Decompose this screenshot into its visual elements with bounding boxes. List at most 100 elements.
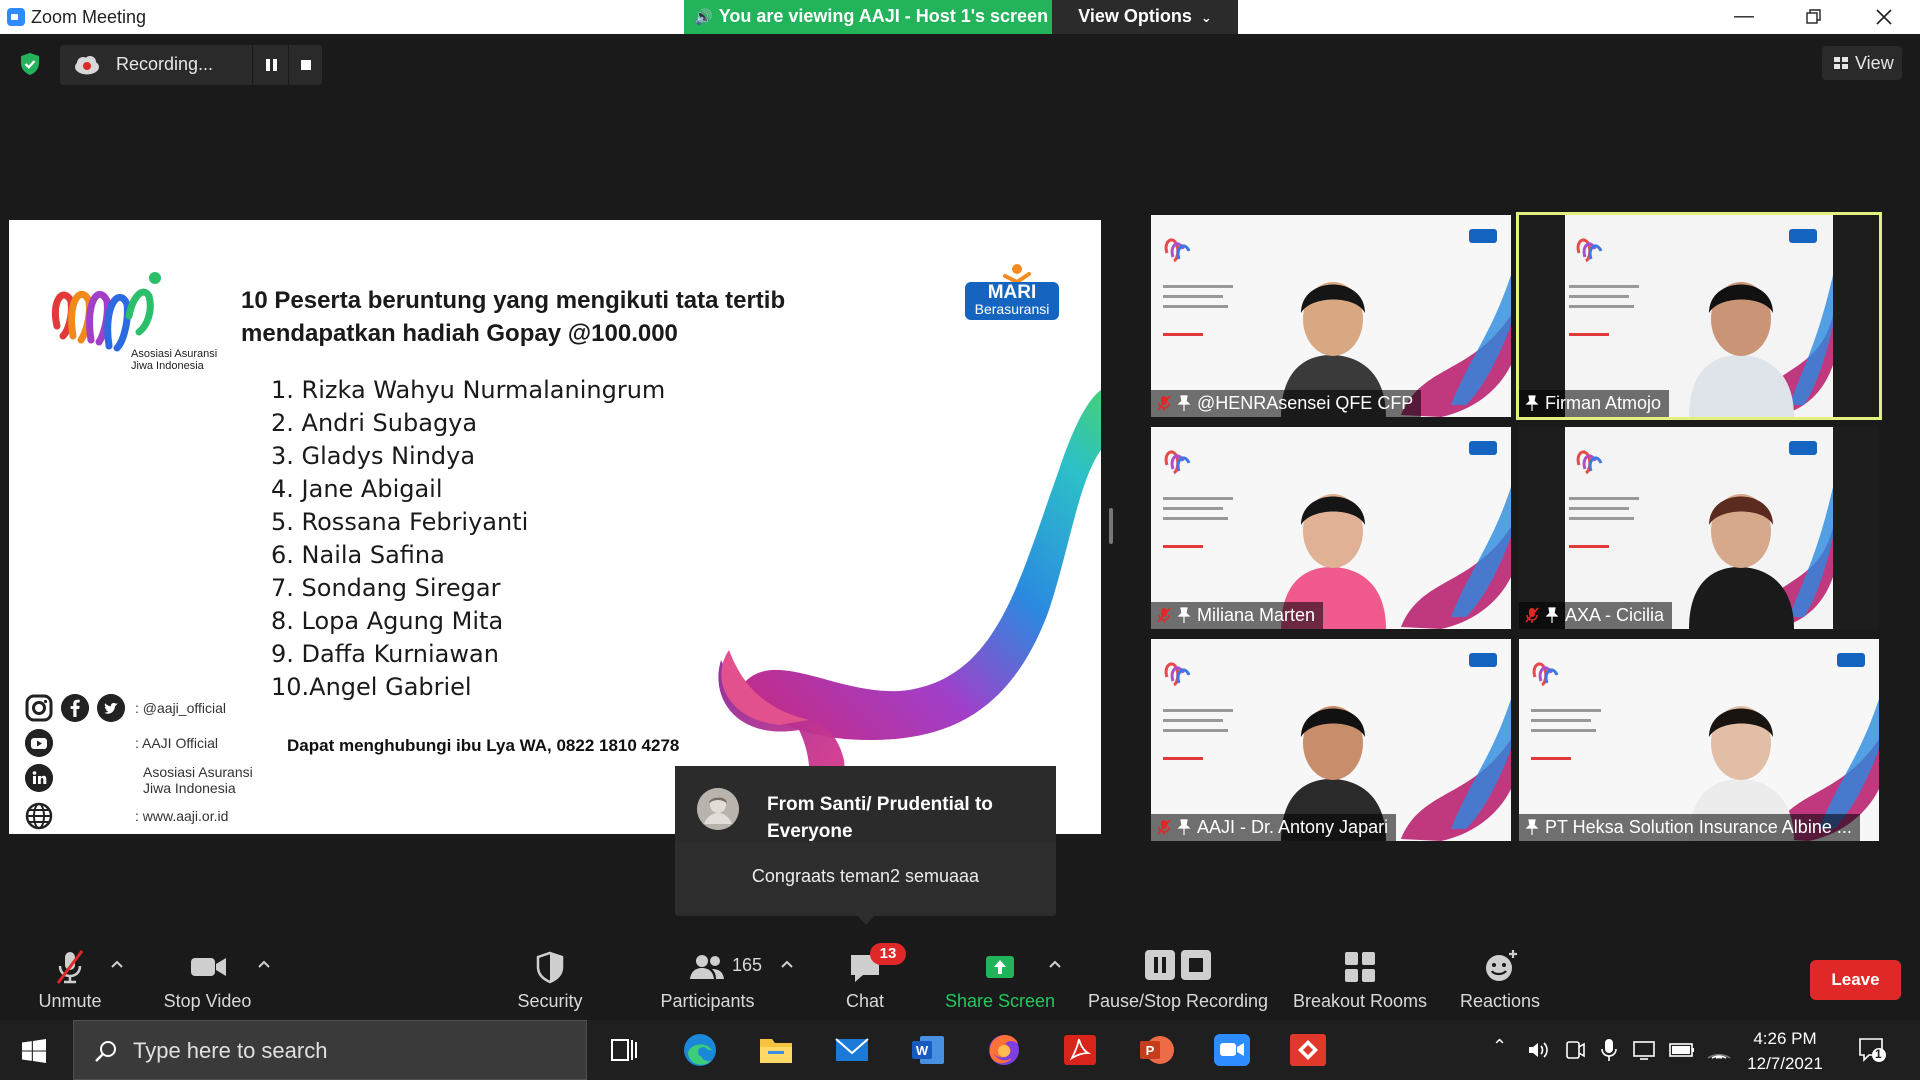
winners-list: 1. Rizka Wahyu Nurmalaningrum 2. Andri S… [271, 374, 665, 704]
chat-unread-badge: 13 [870, 943, 906, 965]
participant-name: @HENRAsensei QFE CFP [1197, 393, 1414, 413]
windows-start-icon[interactable] [22, 1039, 46, 1063]
file-explorer-icon[interactable] [754, 1029, 798, 1071]
reactions-label: Reactions [1459, 991, 1541, 1011]
view-layout-button[interactable]: View [1822, 46, 1902, 80]
restore-button[interactable] [1784, 0, 1844, 34]
participant-name-tag: @HENRAsensei QFE CFP [1151, 390, 1422, 417]
pin-icon [1525, 819, 1539, 835]
speaker-icon: 🔊 [694, 9, 713, 26]
close-icon [1876, 9, 1892, 25]
adobe-acrobat-icon[interactable] [1058, 1029, 1102, 1071]
social-row-linkedin: Asosiasi Asuransi Jiwa Indonesia [17, 760, 257, 798]
participants-options-chevron-icon[interactable] [780, 957, 794, 971]
clock-date: 12/7/2021 [1747, 1054, 1823, 1073]
participant-name: AXA - Cicilia [1565, 605, 1665, 625]
participant-name: Firman Atmojo [1545, 393, 1662, 413]
action-center-button[interactable]: 1 [1857, 1036, 1887, 1064]
pin-icon [1545, 607, 1559, 623]
share-screen-button[interactable]: Share Screen [940, 940, 1060, 1020]
video-tile-6[interactable]: PT Heksa Solution Insurance Albine ... [1519, 639, 1879, 841]
headline-line-2: mendapatkan hadiah Gopay @100.000 [241, 320, 678, 347]
mic-muted-icon [1525, 607, 1539, 623]
linkedin-name: Asosiasi Asuransi Jiwa Indonesia [143, 764, 253, 796]
participants-icon [690, 955, 724, 979]
battery-icon[interactable] [1668, 1039, 1696, 1061]
pause-recording-button[interactable] [252, 45, 288, 85]
social-links: : @aaji_official : AAJI Official Asosias… [17, 690, 257, 833]
taskbar-search-box[interactable]: Type here to search [73, 1020, 587, 1080]
video-tile-3[interactable]: Miliana Marten [1151, 427, 1511, 629]
recording-indicator: Recording... [60, 45, 322, 85]
svg-text:W: W [916, 1043, 929, 1058]
edge-browser-icon[interactable] [678, 1029, 722, 1071]
firefox-icon[interactable] [982, 1029, 1026, 1071]
pause-stop-recording-button[interactable]: Pause/Stop Recording [1083, 940, 1273, 1020]
powerpoint-icon[interactable]: P [1134, 1029, 1178, 1071]
screen-share-tray-icon[interactable] [1632, 1038, 1656, 1062]
taskbar-clock[interactable]: 4:26 PM 12/7/2021 [1740, 1026, 1830, 1076]
search-icon [95, 1041, 116, 1062]
video-feed [1151, 215, 1511, 417]
unmute-label: Unmute [38, 991, 102, 1011]
wifi-icon[interactable] [1706, 1038, 1732, 1062]
zoom-taskbar-icon[interactable] [1210, 1029, 1254, 1071]
pin-icon [1177, 607, 1191, 623]
participants-button[interactable]: 165 Participants [650, 940, 765, 1020]
chat-notification-popup[interactable]: From Santi/ Prudential to Everyone Congr… [675, 766, 1056, 916]
viewing-banner-text: You are viewing AAJI - Host 1's screen [718, 6, 1049, 26]
share-options-chevron-icon[interactable] [1048, 957, 1062, 971]
task-view-icon[interactable] [602, 1029, 646, 1071]
video-tile-4[interactable]: AXA - Cicilia [1519, 427, 1879, 629]
volume-icon[interactable] [1526, 1038, 1550, 1062]
contact-info: Dapat menghubungi ibu Lya WA, 0822 1810 … [287, 736, 680, 755]
video-feed [1519, 427, 1879, 629]
participants-label: Participants [660, 991, 755, 1011]
mari-berasuransi-logo: MARI Berasuransi [965, 282, 1059, 320]
globe-icon [25, 802, 53, 830]
security-button[interactable]: Security [500, 940, 600, 1020]
reactions-button[interactable]: Reactions [1450, 940, 1550, 1020]
minimize-button[interactable]: — [1714, 0, 1774, 34]
video-tile-5[interactable]: AAJI - Dr. Antony Japari [1151, 639, 1511, 841]
mail-icon[interactable] [830, 1029, 874, 1071]
meeting-toolbar: Unmute Stop Video Security 165 Participa… [0, 940, 1920, 1020]
video-feed [1519, 639, 1879, 841]
meet-now-icon[interactable] [1564, 1038, 1586, 1062]
linkedin-name-line-2: Jiwa Indonesia [143, 780, 236, 796]
leave-button[interactable]: Leave [1810, 960, 1901, 1000]
title-bar: Zoom Meeting 🔊 You are viewing AAJI - Hos… [0, 0, 1920, 34]
video-tile-1[interactable]: @HENRAsensei QFE CFP [1151, 215, 1511, 417]
view-options-button[interactable]: View Options ⌄ [1052, 0, 1238, 34]
slide-headline: 10 Peserta beruntung yang mengikuti tata… [241, 284, 841, 350]
stop-video-button[interactable]: Stop Video [150, 940, 265, 1020]
close-button[interactable] [1854, 0, 1914, 34]
participant-name: AAJI - Dr. Antony Japari [1197, 817, 1389, 837]
panel-splitter-handle[interactable] [1109, 508, 1113, 544]
breakout-rooms-icon [1345, 952, 1375, 982]
share-screen-icon [986, 956, 1014, 978]
encryption-shield-icon[interactable] [18, 52, 42, 76]
anydesk-icon[interactable] [1286, 1029, 1330, 1071]
list-item: 7. Sondang Siregar [271, 574, 501, 602]
unmute-button[interactable]: Unmute [20, 940, 120, 1020]
list-item: 6. Naila Safina [271, 541, 445, 569]
breakout-rooms-button[interactable]: Breakout Rooms [1290, 940, 1430, 1020]
windows-taskbar: Type here to search W P ⌃ 4:26 PM 12/7/2… [0, 1020, 1920, 1080]
youtube-icon [25, 729, 53, 757]
video-feed [1519, 215, 1879, 417]
video-tile-2[interactable]: Firman Atmojo [1516, 212, 1882, 420]
audio-options-chevron-icon[interactable] [110, 957, 124, 971]
stop-recording-button[interactable] [288, 45, 322, 85]
social-row-youtube: : AAJI Official [17, 725, 257, 760]
linkedin-icon [25, 764, 53, 792]
participant-name-tag: AXA - Cicilia [1519, 602, 1673, 629]
view-label: View [1855, 53, 1894, 73]
clock-time: 4:26 PM [1753, 1029, 1817, 1048]
show-hidden-icons-chevron-icon[interactable]: ⌃ [1492, 1036, 1507, 1057]
pause-stop-recording-label: Pause/Stop Recording [1087, 991, 1269, 1011]
microphone-in-use-icon[interactable] [1600, 1037, 1618, 1063]
word-icon[interactable]: W [906, 1029, 950, 1071]
twitter-icon [97, 694, 125, 722]
video-options-chevron-icon[interactable] [257, 957, 271, 971]
